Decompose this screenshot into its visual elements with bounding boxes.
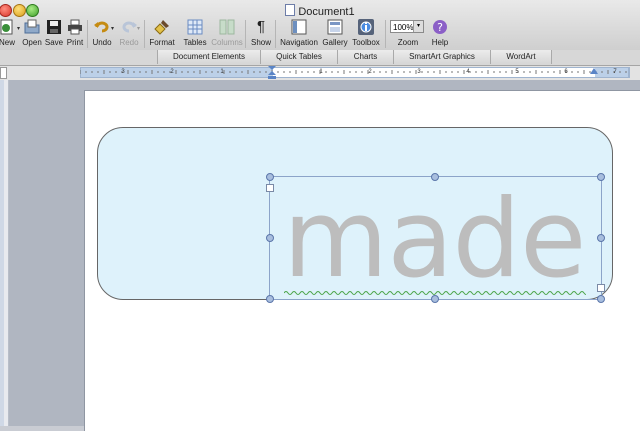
toolbar-separator (245, 20, 246, 48)
toolbar-separator (144, 20, 145, 48)
print-button[interactable]: Print (64, 18, 86, 50)
vertical-ruler[interactable] (0, 80, 4, 426)
tab-smartart-graphics[interactable]: SmartArt Graphics (393, 50, 490, 64)
ruler-ticks (80, 70, 627, 74)
resize-handle-top[interactable] (431, 173, 439, 181)
redo-button[interactable]: Redo (117, 18, 141, 50)
ruler-number: 4 (466, 69, 470, 75)
svg-text:?: ? (437, 21, 443, 34)
document-text[interactable]: made (283, 180, 586, 300)
ruler-number: 7 (613, 69, 617, 75)
toolbar-separator (385, 20, 386, 48)
document-icon (285, 4, 296, 16)
zoom-dropdown-arrow-icon[interactable]: ▾ (413, 21, 423, 32)
navigation-pane-icon (291, 19, 307, 35)
toolbar-separator (275, 20, 276, 48)
ruler-number: 6 (564, 69, 568, 75)
zoom-select[interactable]: 100% ▾ (390, 20, 424, 33)
ruler-number: 2 (368, 69, 372, 75)
columns-icon (219, 19, 235, 35)
tables-button[interactable]: Tables (182, 18, 208, 50)
toolbox-button[interactable]: Toolbox (350, 18, 382, 50)
toolbar-separator (87, 20, 88, 48)
show-button[interactable]: ¶ Show (249, 18, 273, 50)
open-button[interactable]: Open (21, 18, 43, 50)
help-question-icon: ? (433, 20, 447, 34)
ruler-number: 3 (121, 69, 125, 75)
ruler-number: 3 (417, 69, 421, 75)
save-button[interactable]: Save (43, 18, 65, 50)
tab-quick-tables[interactable]: Quick Tables (260, 50, 337, 64)
tab-stop-selector[interactable] (0, 67, 7, 79)
table-grid-icon (187, 19, 203, 35)
right-indent-marker-icon[interactable] (590, 66, 598, 74)
format-paintbrush-icon (154, 20, 169, 35)
resize-handle-bottom-left[interactable] (266, 295, 274, 303)
redo-arrow-icon (122, 21, 137, 33)
resize-handle-left[interactable] (266, 234, 274, 242)
resize-handle-right[interactable] (597, 234, 605, 242)
save-disk-icon (47, 20, 61, 34)
redo-dropdown-arrow-icon[interactable]: ▾ (137, 25, 140, 32)
window-title: Document1 (0, 2, 640, 18)
open-folder-icon (24, 19, 40, 34)
text-link-handle[interactable] (266, 184, 274, 192)
indent-marker-icon[interactable] (268, 66, 276, 80)
resize-handle-bottom-right[interactable] (597, 295, 605, 303)
new-button[interactable]: New (0, 18, 18, 50)
columns-button[interactable]: Columns (211, 18, 243, 50)
ruler-number: 1 (319, 69, 323, 75)
new-dropdown-arrow-icon[interactable]: ▾ (17, 25, 20, 32)
tab-wordart[interactable]: WordArt (490, 50, 552, 64)
zoom-label: Zoom (397, 38, 419, 47)
pilcrow-icon: ¶ (256, 18, 266, 35)
toolbox-icon (358, 19, 374, 35)
gallery-button[interactable]: Gallery (320, 18, 350, 50)
undo-button[interactable]: Undo (90, 18, 114, 50)
undo-dropdown-arrow-icon[interactable]: ▾ (111, 25, 114, 32)
format-button[interactable]: Format (148, 18, 176, 50)
zoom-value: 100% (393, 23, 414, 32)
navigation-button[interactable]: Navigation (278, 18, 320, 50)
ruler-number: 5 (515, 69, 519, 75)
window-title-text: Document1 (298, 6, 355, 18)
text-overflow-handle[interactable] (597, 284, 605, 292)
undo-arrow-icon (94, 21, 109, 33)
resize-handle-top-left[interactable] (266, 173, 274, 181)
help-button[interactable]: ? Help (428, 18, 452, 50)
resize-handle-bottom[interactable] (431, 295, 439, 303)
ruler-number: 1 (220, 69, 224, 75)
new-document-icon (0, 19, 13, 35)
ruler-number: 2 (170, 69, 174, 75)
printer-icon (68, 19, 82, 35)
tab-charts[interactable]: Charts (337, 50, 393, 64)
tab-document-elements[interactable]: Document Elements (157, 50, 260, 64)
gallery-icon (327, 19, 343, 35)
resize-handle-top-right[interactable] (597, 173, 605, 181)
